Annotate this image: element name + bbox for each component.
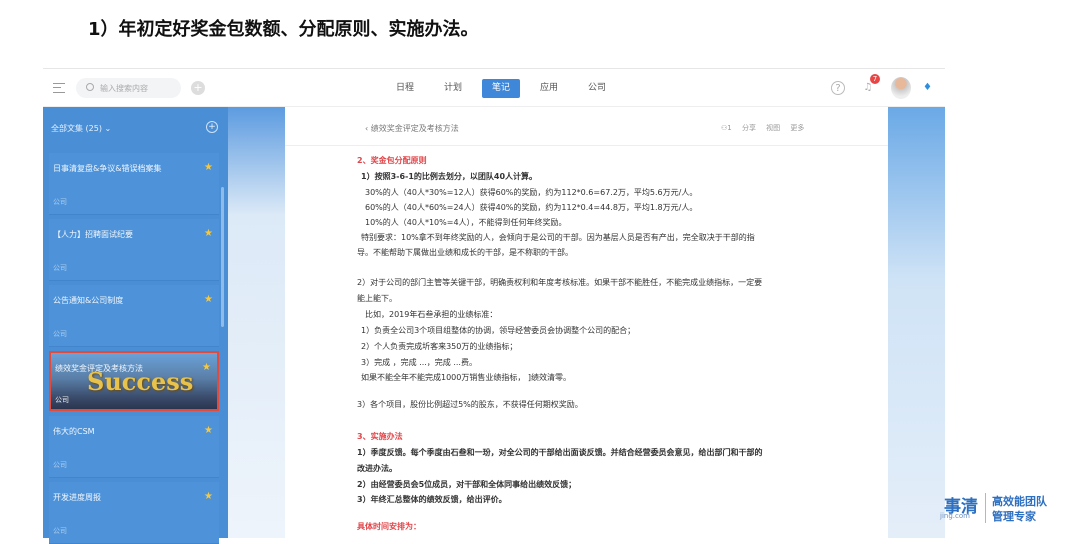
search-icon — [86, 83, 94, 91]
doc-line: 3）完成 ，完成 ...，完成 ...费。 — [361, 358, 477, 367]
doc-line: 3）各个项目，股份比例超过5%的股东，不获得任何期权奖励。 — [357, 400, 583, 409]
list-item[interactable]: 【人力】招聘面试纪要 ★ 公司 — [49, 219, 219, 281]
note-list-column — [228, 107, 285, 538]
tab-apps[interactable]: 应用 — [530, 79, 568, 98]
item-title: 【人力】招聘面试纪要 — [53, 230, 133, 239]
star-icon[interactable]: ★ — [202, 362, 211, 373]
notification-badge: 7 — [870, 74, 880, 84]
doc-line: 1）按照3-6-1的比例去划分，以团队40人计算。 — [361, 172, 538, 181]
item-title: 伟大的CSM — [53, 427, 95, 436]
item-owner: 公司 — [53, 264, 67, 272]
logo-slogan: 管理专家 — [992, 510, 1036, 523]
doc-line: 2）对于公司的部门主管等关键干部，明确责权利和年度考核标准。如果干部不能胜任，不… — [357, 278, 763, 287]
item-title: 日事清复盘&争议&错误档案集 — [53, 164, 162, 173]
sidebar-scrollbar[interactable] — [221, 187, 224, 327]
brand-logo: 事清 jing.com 高效能团队 管理专家 — [940, 490, 1080, 530]
document-toolbar[interactable]: ⚇1 分享 视图 更多 — [721, 123, 804, 133]
search-input[interactable]: 输入搜索内容 — [76, 78, 181, 98]
vip-diamond-icon[interactable]: ♦ — [923, 82, 932, 93]
section-heading: 2、奖金包分配原则 — [357, 156, 427, 165]
all-notebooks-dropdown[interactable]: 全部文集 (25) ⌄ — [51, 123, 111, 134]
avatar[interactable] — [891, 77, 911, 99]
tab-company[interactable]: 公司 — [578, 79, 616, 98]
list-item[interactable]: 开发进度周报 ★ 公司 — [49, 482, 219, 544]
right-panel — [888, 107, 945, 538]
doc-line: 改进办法。 — [357, 464, 397, 473]
back-to-notebook[interactable]: ‹ 绩效奖金评定及考核方法 — [365, 123, 459, 134]
doc-line: 特别要求：10%拿不到年终奖励的人，会倾向于是公司的干部。因为基层人员是否有产出… — [361, 233, 755, 242]
list-item[interactable]: 公告通知&公司制度 ★ 公司 — [49, 285, 219, 347]
tab-notes[interactable]: 笔记 — [482, 79, 520, 98]
section-heading: 3、实施办法 — [357, 432, 403, 441]
star-icon[interactable]: ★ — [204, 162, 213, 173]
menu-icon[interactable] — [53, 83, 65, 93]
section-heading: 具体时间安排为： — [357, 522, 421, 531]
doc-line: 2）由经营委员会5位成员，对干部和全体同事给出绩效反馈； — [357, 480, 577, 489]
item-title: 开发进度周报 — [53, 493, 101, 502]
list-item[interactable]: 日事清复盘&争议&错误档案集 ★ 公司 — [49, 153, 219, 215]
top-bar: 输入搜索内容 + 日程 计划 笔记 应用 公司 ? ♫ 7 ♦ — [43, 69, 945, 107]
item-title: 公告通知&公司制度 — [53, 296, 124, 305]
doc-line: 1）负责全公司3个项目组整体的协调，领导经营委员会协调整个公司的配合； — [361, 326, 636, 335]
doc-line: 能上能下。 — [357, 294, 397, 303]
logo-domain: jing.com — [940, 512, 970, 520]
doc-line: 10%的人（40人*10%=4人），不能得到任何年终奖励。 — [365, 218, 567, 227]
logo-slogan: 高效能团队 — [992, 495, 1047, 508]
notebook-sidebar: 全部文集 (25) ⌄ + 日事清复盘&争议&错误档案集 ★ 公司 【人力】招聘面试… — [43, 107, 228, 544]
item-owner: 公司 — [53, 461, 67, 469]
tab-plan[interactable]: 计划 — [434, 79, 472, 98]
star-icon[interactable]: ★ — [204, 491, 213, 502]
doc-line: 3）年终汇总整体的绩效反馈，给出评价。 — [357, 495, 507, 504]
add-button[interactable]: + — [191, 81, 205, 95]
search-placeholder: 输入搜索内容 — [100, 84, 148, 93]
doc-line: 60%的人（40人*60%=24人）获得40%的奖励，约为112*0.4=44.… — [365, 203, 698, 212]
doc-line: 如果不能全年不能完成1000万销售业绩指标， ]绩效清零。 — [361, 373, 572, 382]
app-window: 输入搜索内容 + 日程 计划 笔记 应用 公司 ? ♫ 7 ♦ 全部文集 (25… — [43, 68, 945, 544]
item-owner: 公司 — [55, 396, 69, 404]
divider — [985, 493, 986, 523]
doc-line: 导。不能帮助下属做出业绩和成长的干部，是不称职的干部。 — [357, 248, 573, 257]
document-pane: ‹ 绩效奖金评定及考核方法 ⚇1 分享 视图 更多 2、奖金包分配原则 1）按照… — [285, 107, 888, 538]
star-icon[interactable]: ★ — [204, 228, 213, 239]
tab-schedule[interactable]: 日程 — [386, 79, 424, 98]
doc-line: 比如，2019年石叁承担的业绩标准： — [365, 310, 498, 319]
slide-heading: 1）年初定好奖金包数额、分配原则、实施办法。 — [88, 19, 479, 40]
doc-line: 30%的人（40人*30%=12人）获得60%的奖励，约为112*0.6=67.… — [365, 188, 698, 197]
doc-line: 1）季度反馈。每个季度由石叁和一玢，对全公司的干部给出面谈反馈。并结合经营委员会… — [357, 448, 763, 457]
item-owner: 公司 — [53, 527, 67, 535]
divider — [285, 145, 888, 146]
add-notebook-button[interactable]: + — [206, 121, 218, 133]
item-owner: 公司 — [53, 330, 67, 338]
item-title: 绩效奖金评定及考核方法 — [55, 364, 143, 373]
star-icon[interactable]: ★ — [204, 425, 213, 436]
star-icon[interactable]: ★ — [204, 294, 213, 305]
list-item-selected[interactable]: Success 绩效奖金评定及考核方法 ★ 公司 — [49, 351, 219, 411]
item-owner: 公司 — [53, 198, 67, 206]
doc-line: 2）个人负责完成圻客来350万的业绩指标； — [361, 342, 518, 351]
list-item[interactable]: 伟大的CSM ★ 公司 — [49, 416, 219, 478]
help-icon[interactable]: ? — [831, 81, 845, 95]
